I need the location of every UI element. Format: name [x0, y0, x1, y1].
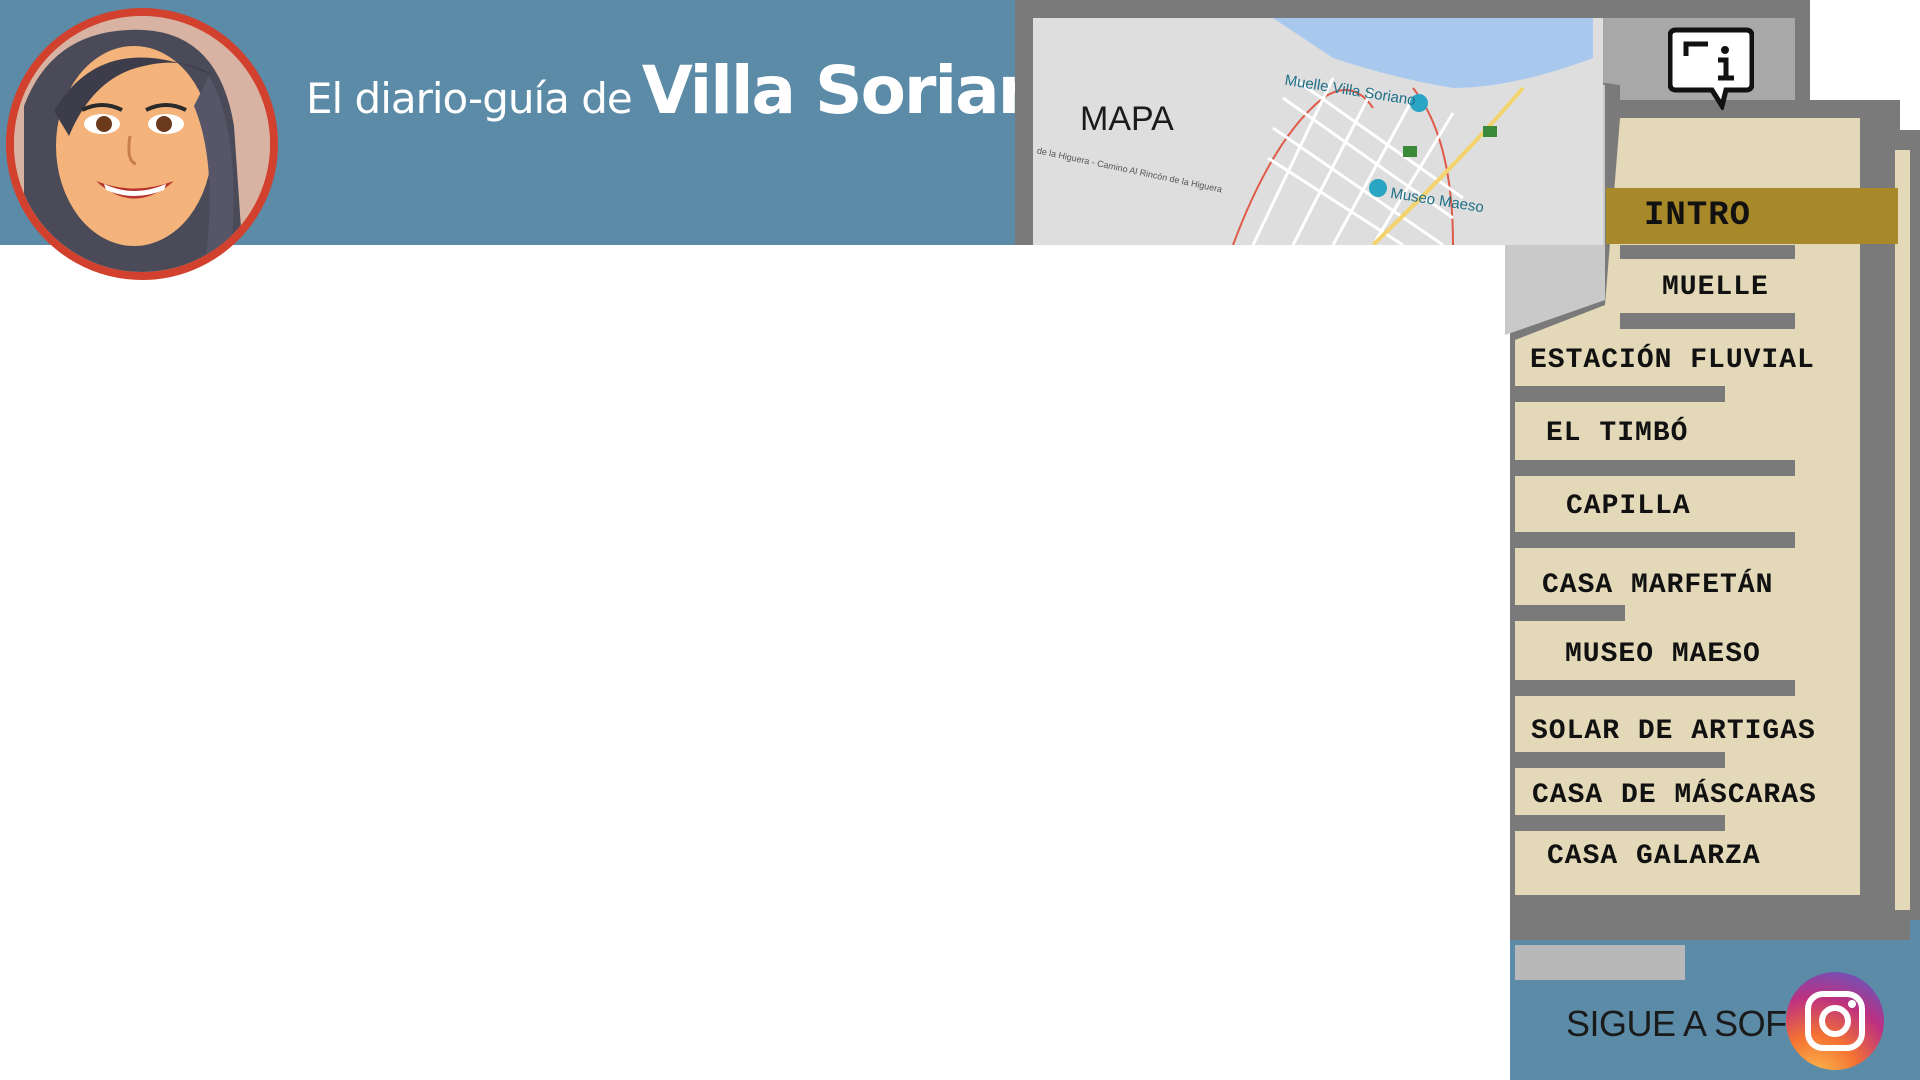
- instagram-icon[interactable]: [1786, 972, 1884, 1070]
- menu-item-muelle[interactable]: MUELLE: [1662, 272, 1769, 303]
- menu-item-solar-de-artigas[interactable]: SOLAR DE ARTIGAS: [1531, 716, 1816, 747]
- title-prefix: El diario-guía de: [306, 74, 633, 123]
- woman-avatar-icon: [6, 8, 278, 280]
- menu-item-museo-maeso[interactable]: MUSEO MAESO: [1565, 639, 1761, 670]
- menu-item-casa-de-mascaras[interactable]: CASA DE MÁSCARAS: [1532, 780, 1817, 811]
- menu-item-estacion-fluvial[interactable]: ESTACIÓN FLUVIAL: [1530, 345, 1815, 376]
- map-label: MAPA: [1080, 100, 1174, 138]
- menu-item-casa-galarza[interactable]: CASA GALARZA: [1547, 841, 1761, 872]
- info-speech-bubble-icon[interactable]: [1667, 26, 1755, 113]
- menu-item-el-timbo[interactable]: EL TIMBÓ: [1546, 418, 1688, 449]
- follow-label[interactable]: SIGUE A SOFÍA: [1566, 1003, 1820, 1045]
- menu-item-casa-marfetan[interactable]: CASA MARFETÁN: [1542, 570, 1773, 601]
- page-title: El diario-guía de Villa Soriano: [306, 52, 1088, 129]
- menu-item-capilla[interactable]: CAPILLA: [1566, 491, 1691, 522]
- menu-item-intro[interactable]: INTRO: [1606, 188, 1898, 244]
